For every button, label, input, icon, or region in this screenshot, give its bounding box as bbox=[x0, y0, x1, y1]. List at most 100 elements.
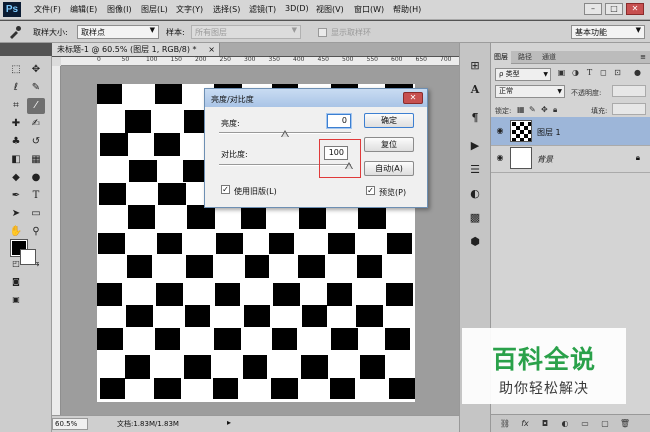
legacy-checkbox[interactable]: ✓ bbox=[221, 185, 230, 194]
dialog-close-button[interactable]: ✕ bbox=[403, 92, 423, 104]
eraser-tool-icon[interactable]: ◧ bbox=[7, 152, 25, 168]
type-filter-icon[interactable]: T bbox=[585, 68, 594, 78]
ruler-tick-label: 400 bbox=[293, 56, 305, 63]
adjustment-layer-icon[interactable]: ◐ bbox=[559, 418, 571, 430]
delete-layer-icon[interactable]: 🗑︎ bbox=[619, 418, 631, 430]
crop-tool-icon[interactable]: ⌗ bbox=[7, 98, 25, 114]
properties-panel-icon[interactable]: ☰ bbox=[464, 161, 486, 179]
screen-mode-icon[interactable]: ▣ bbox=[7, 292, 25, 308]
menu-edit[interactable]: 编辑(E) bbox=[70, 4, 97, 15]
menu-window[interactable]: 窗口(W) bbox=[354, 4, 384, 15]
ruler-origin[interactable] bbox=[52, 57, 61, 66]
menu-select[interactable]: 选择(S) bbox=[213, 4, 240, 15]
layer-filter-row: ρ 类型 ▼ ▣ ◑ T ◻ ⊡ ● bbox=[491, 65, 650, 83]
shape-filter-icon[interactable]: ◻ bbox=[599, 68, 608, 78]
new-layer-icon[interactable]: ▢ bbox=[599, 418, 611, 430]
clone-stamp-tool-icon[interactable]: ♣ bbox=[7, 134, 25, 150]
layer-style-icon[interactable]: fx bbox=[519, 418, 531, 430]
pen-tool-icon[interactable]: ✒ bbox=[7, 188, 25, 204]
marquee-tool-icon[interactable]: ⬚ bbox=[7, 62, 25, 78]
menu-layer[interactable]: 图层(L) bbox=[141, 4, 168, 15]
zoom-tool-icon[interactable]: ⚲ bbox=[27, 224, 45, 240]
move-tool-icon[interactable]: ✥ bbox=[27, 62, 45, 78]
lasso-tool-icon[interactable]: ℓ bbox=[7, 80, 25, 96]
document-tab[interactable]: 未标题-1 @ 60.5% (图层 1, RGB/8) * × bbox=[52, 43, 220, 56]
ok-button[interactable]: 确定 bbox=[364, 113, 414, 128]
auto-button[interactable]: 自动(A) bbox=[364, 161, 414, 176]
brush-tool-icon[interactable]: ✍ bbox=[27, 116, 45, 132]
pixel-filter-icon[interactable]: ▣ bbox=[557, 68, 566, 78]
panel-menu-icon[interactable]: ≡ bbox=[640, 53, 646, 61]
annotation-highlight-box bbox=[319, 139, 361, 178]
zoom-level-field[interactable]: 60.5% bbox=[52, 418, 88, 430]
menu-help[interactable]: 帮助(H) bbox=[393, 4, 421, 15]
menu-image[interactable]: 图像(I) bbox=[107, 4, 132, 15]
adjustment-filter-icon[interactable]: ◑ bbox=[571, 68, 580, 78]
healing-brush-tool-icon[interactable]: ✚ bbox=[7, 116, 25, 132]
blend-mode-select[interactable]: 正常 ▼ bbox=[495, 85, 565, 98]
layer-row[interactable]: ◉ 图层 1 bbox=[491, 117, 650, 146]
paragraph-panel-icon[interactable]: ¶ bbox=[464, 109, 486, 127]
rectangle-tool-icon[interactable]: ▭ bbox=[27, 206, 45, 222]
filter-toggle-icon[interactable]: ● bbox=[633, 68, 642, 78]
quick-mask-icon[interactable]: ◙ bbox=[7, 274, 25, 290]
tab-layers[interactable]: 图层 bbox=[491, 51, 511, 64]
menu-filter[interactable]: 滤镜(T) bbox=[249, 4, 276, 15]
reset-button[interactable]: 复位 bbox=[364, 137, 414, 152]
brightness-input[interactable]: 0 bbox=[326, 113, 352, 129]
smart-object-filter-icon[interactable]: ⊡ bbox=[613, 68, 622, 78]
lock-position-icon[interactable]: ✥ bbox=[541, 105, 548, 114]
actions-panel-icon[interactable]: ▶ bbox=[464, 137, 486, 155]
eyedropper-preset-icon[interactable] bbox=[6, 25, 24, 39]
window-controls: – □ ✕ bbox=[584, 3, 646, 16]
menu-file[interactable]: 文件(F) bbox=[34, 4, 61, 15]
canvas-pattern-block bbox=[273, 282, 301, 307]
lock-all-icon[interactable]: 🔒︎ bbox=[553, 105, 557, 115]
add-mask-icon[interactable]: ◘ bbox=[539, 418, 551, 430]
eyedropper-tool-icon[interactable]: ⁄ bbox=[27, 98, 45, 114]
show-ring-checkbox[interactable] bbox=[318, 28, 327, 37]
link-layers-icon[interactable]: ⛓ bbox=[499, 418, 511, 430]
eye-icon[interactable]: ◉ bbox=[495, 126, 505, 136]
history-panel-icon[interactable]: ⊞ bbox=[464, 57, 486, 75]
lock-transparency-icon[interactable]: ▦ bbox=[517, 105, 525, 114]
gradient-tool-icon[interactable]: ▦ bbox=[27, 152, 45, 168]
sample-size-select[interactable]: 取样点 ▼ bbox=[77, 25, 159, 39]
menu-type[interactable]: 文字(Y) bbox=[176, 4, 203, 15]
path-select-tool-icon[interactable]: ➤ bbox=[7, 206, 25, 222]
maximize-button[interactable]: □ bbox=[605, 3, 623, 15]
fill-field[interactable] bbox=[612, 103, 646, 115]
dodge-tool-icon[interactable]: ● bbox=[27, 170, 45, 186]
swatches-panel-icon[interactable]: ▩ bbox=[464, 209, 486, 227]
tab-paths[interactable]: 路径 bbox=[515, 51, 535, 64]
minimize-button[interactable]: – bbox=[584, 3, 602, 15]
menu-view[interactable]: 视图(V) bbox=[316, 4, 344, 15]
layer-row[interactable]: ◉ 背景 🔒︎ bbox=[491, 144, 650, 173]
blur-tool-icon[interactable]: ◆ bbox=[7, 170, 25, 186]
brightness-slider-thumb[interactable] bbox=[281, 130, 289, 137]
hand-tool-icon[interactable]: ✋ bbox=[7, 224, 25, 240]
background-color-swatch[interactable] bbox=[20, 249, 36, 265]
close-window-button[interactable]: ✕ bbox=[626, 3, 644, 15]
workspace-select[interactable]: 基本功能 ▼ bbox=[571, 25, 645, 39]
tab-channels[interactable]: 通道 bbox=[539, 51, 559, 64]
new-group-icon[interactable]: ▭ bbox=[579, 418, 591, 430]
preview-checkbox[interactable]: ✓ bbox=[366, 186, 375, 195]
dialog-titlebar[interactable]: 亮度/对比度 ✕ bbox=[205, 89, 427, 107]
status-arrow-icon[interactable]: ▸ bbox=[227, 418, 231, 427]
opacity-field[interactable] bbox=[612, 85, 646, 97]
menu-3d[interactable]: 3D(D) bbox=[285, 4, 309, 13]
sample-select[interactable]: 所有图层 ▼ bbox=[191, 25, 301, 39]
quick-select-tool-icon[interactable]: ✎ bbox=[27, 80, 45, 96]
close-tab-icon[interactable]: × bbox=[208, 43, 215, 56]
history-brush-tool-icon[interactable]: ↺ bbox=[27, 134, 45, 150]
lock-pixels-icon[interactable]: ✎ bbox=[529, 105, 536, 114]
canvas-pattern-block bbox=[124, 110, 151, 133]
canvas-pattern-block bbox=[327, 282, 353, 307]
type-tool-icon[interactable]: T bbox=[27, 188, 45, 204]
character-panel-icon[interactable]: A bbox=[464, 81, 486, 99]
adjustments-panel-icon[interactable]: ◐ bbox=[464, 185, 486, 203]
layer-filter-select[interactable]: ρ 类型 ▼ bbox=[495, 68, 551, 81]
3d-panel-icon[interactable]: ⬢ bbox=[464, 233, 486, 251]
eye-icon[interactable]: ◉ bbox=[495, 153, 505, 163]
